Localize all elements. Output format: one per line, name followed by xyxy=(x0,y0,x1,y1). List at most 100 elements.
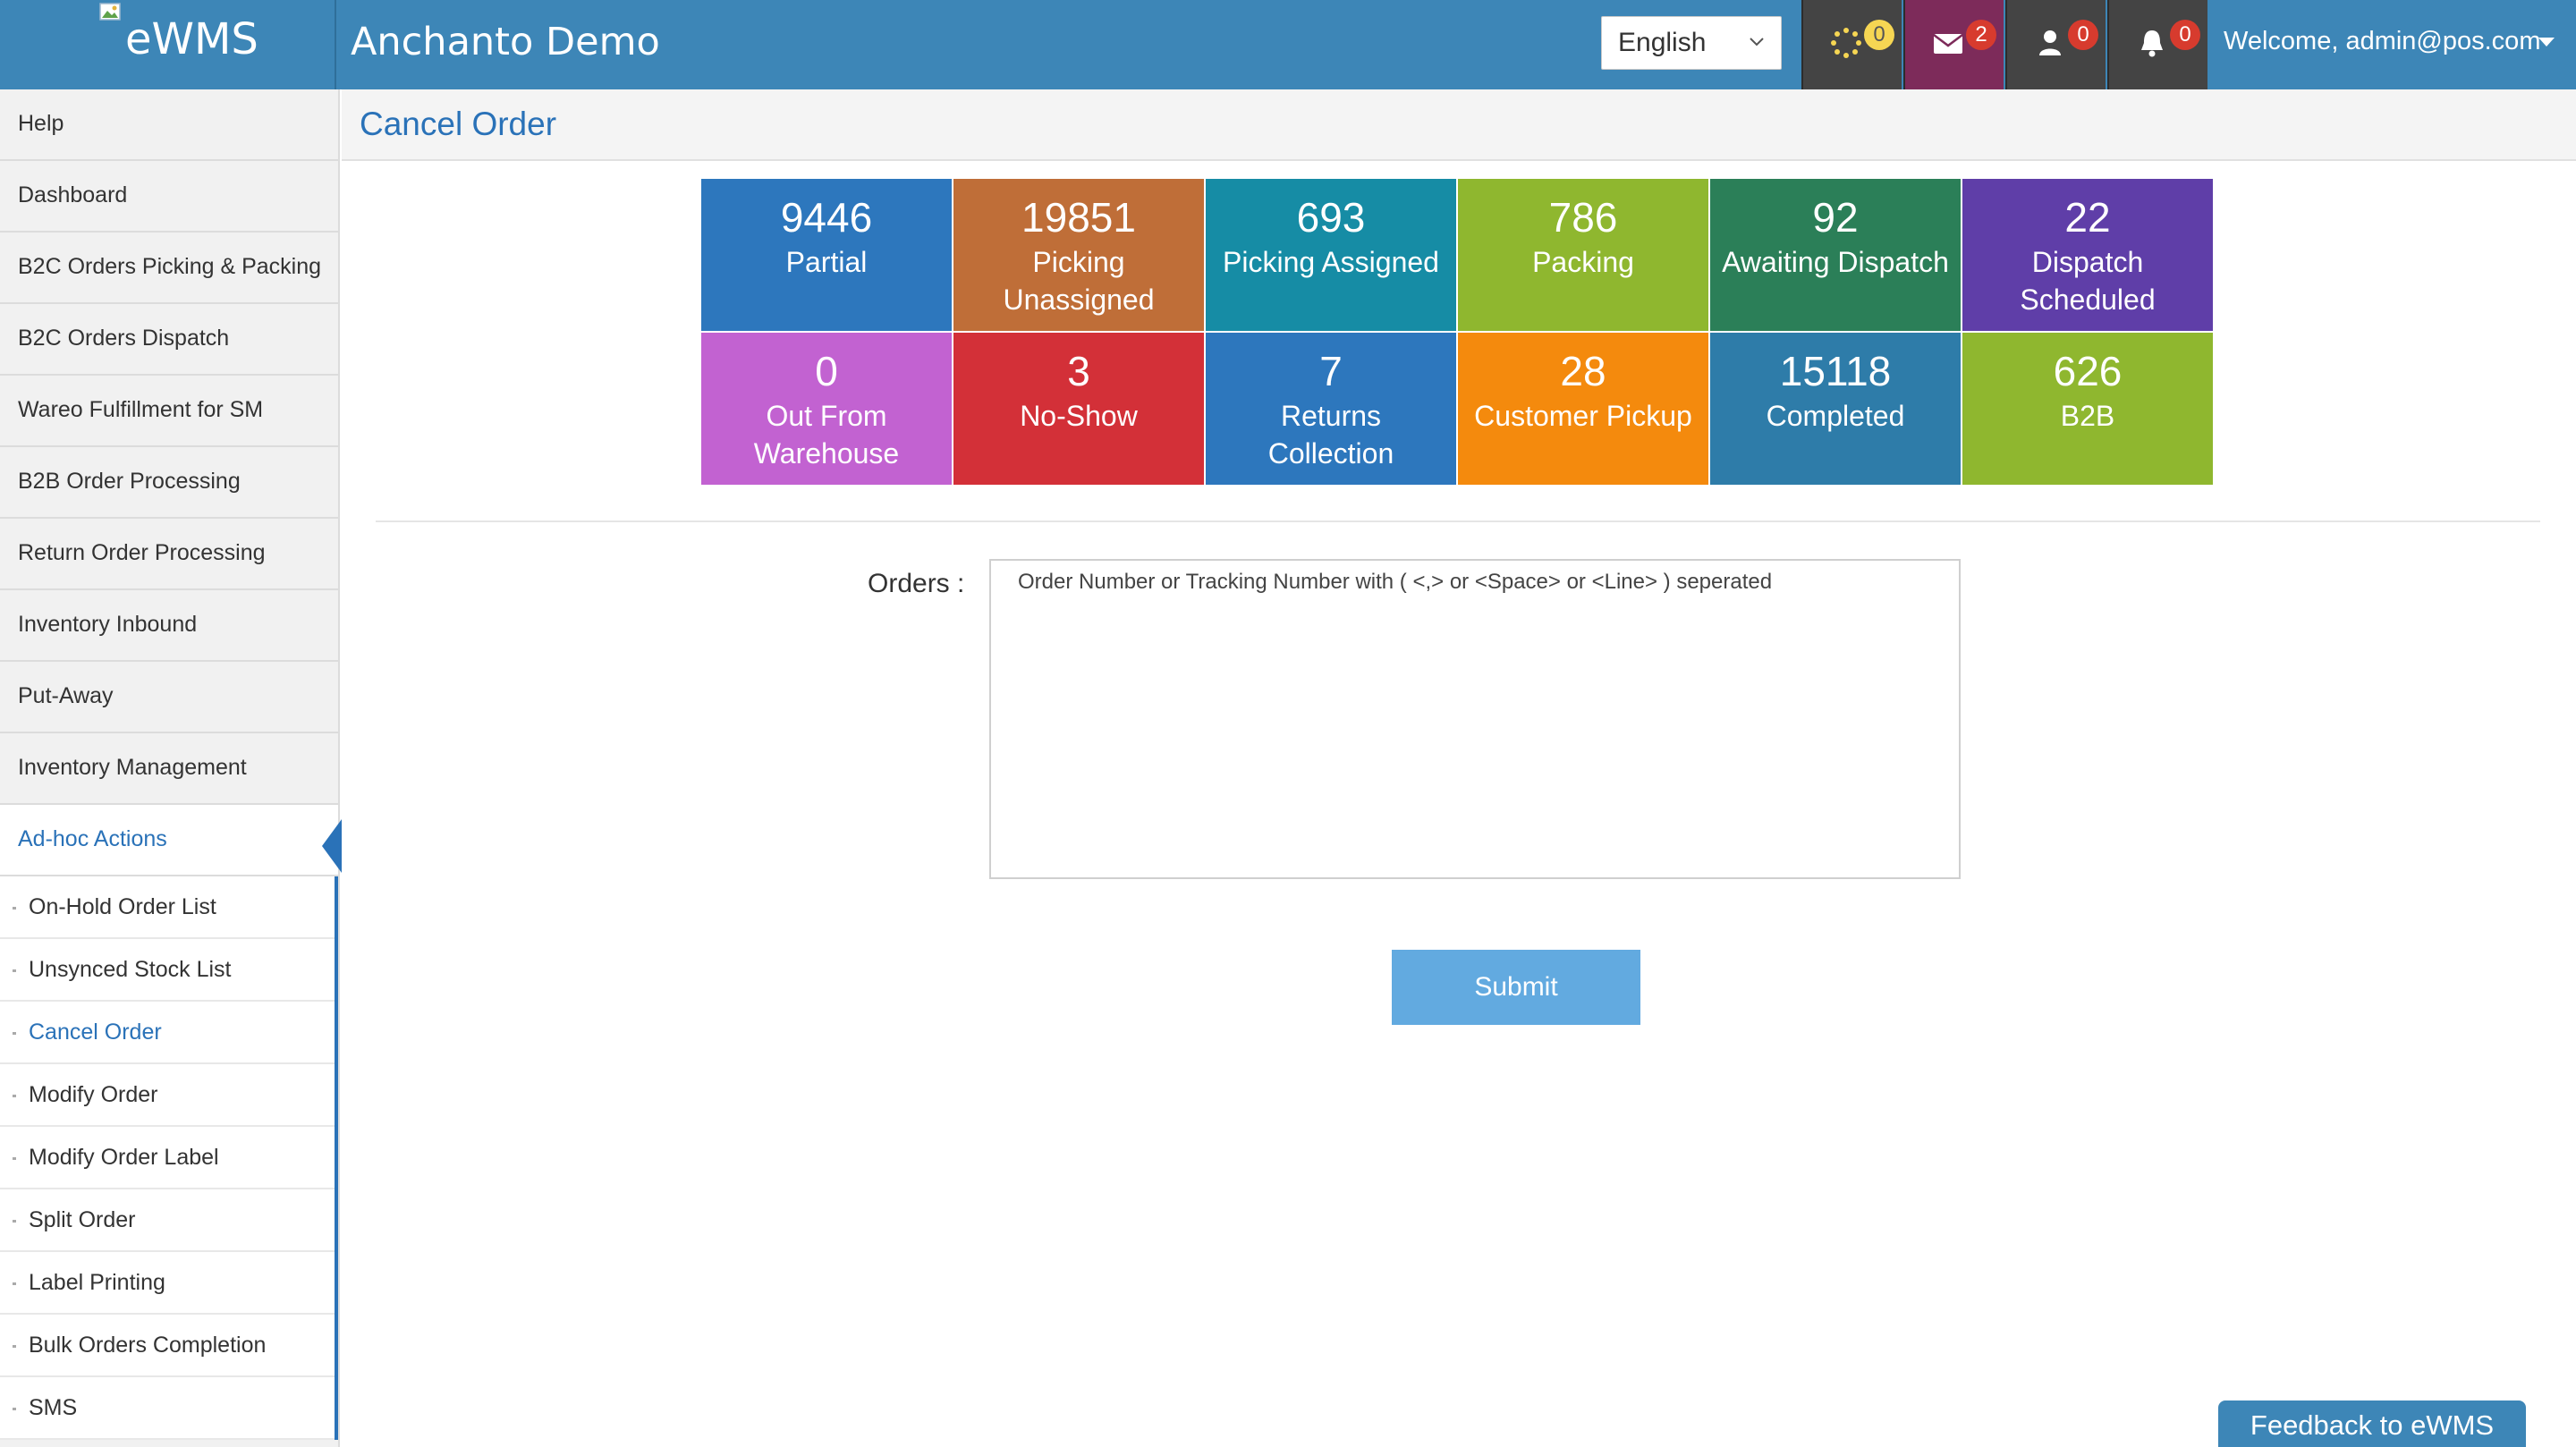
spinner-icon xyxy=(1831,28,1861,58)
sidebar-item-return-processing[interactable]: Return Order Processing xyxy=(0,519,338,590)
language-value: English xyxy=(1618,28,1707,57)
submenu-item-modify-order-label[interactable]: Modify Order Label xyxy=(0,1127,335,1189)
sidebar-item-dashboard[interactable]: Dashboard xyxy=(0,161,338,233)
tile-count: 0 xyxy=(815,348,838,394)
submenu-item-split-order[interactable]: Split Order xyxy=(0,1189,335,1252)
tile-label: No-Show xyxy=(1020,400,1138,432)
section-divider xyxy=(376,520,2540,522)
submenu-item-label: Label Printing xyxy=(29,1270,165,1295)
sidebar-item-label: Wareo Fulfillment for SM xyxy=(18,397,264,422)
sidebar-item-label: B2C Orders Picking & Packing xyxy=(18,254,322,279)
sidebar-item-put-away[interactable]: Put-Away xyxy=(0,662,338,733)
bullet xyxy=(13,1345,16,1348)
submenu-item-label: Bulk Orders Completion xyxy=(29,1333,267,1358)
sidebar-item-label: B2B Order Processing xyxy=(18,469,241,494)
sync-status-button[interactable]: 0 xyxy=(1801,0,1902,89)
users-badge: 0 xyxy=(2068,20,2098,50)
page-title: Cancel Order xyxy=(360,106,557,142)
envelope-icon xyxy=(1933,34,1963,54)
page-header: Cancel Order xyxy=(342,89,2576,161)
tile-label: Completed xyxy=(1766,400,1905,432)
sidebar-item-label: Dashboard xyxy=(18,182,128,207)
bullet xyxy=(13,1282,16,1285)
notifications-button[interactable]: 0 xyxy=(2107,0,2207,89)
tile-awaiting-dispatch[interactable]: 92 Awaiting Dispatch xyxy=(1710,179,1961,331)
tile-label: Returns Collection xyxy=(1267,400,1394,470)
sidebar-item-label: B2C Orders Dispatch xyxy=(18,326,230,351)
tile-label: Packing xyxy=(1532,246,1634,278)
user-icon xyxy=(2039,30,2061,55)
tile-label: Customer Pickup xyxy=(1474,400,1692,432)
submenu-item-label: Cancel Order xyxy=(29,1020,162,1045)
sidebar-item-label: Inventory Inbound xyxy=(18,612,198,637)
submenu-item-label: Split Order xyxy=(29,1207,136,1232)
submenu-item-label: SMS xyxy=(29,1395,78,1420)
tile-label: Out From Warehouse xyxy=(753,400,900,470)
tile-count: 693 xyxy=(1296,194,1366,241)
sidebar-item-inventory-management[interactable]: Inventory Management xyxy=(0,733,338,805)
tile-b2b[interactable]: 626 B2B xyxy=(1962,333,2213,485)
language-select[interactable]: English xyxy=(1601,16,1782,70)
sidebar-item-inventory-inbound[interactable]: Inventory Inbound xyxy=(0,590,338,662)
bullet xyxy=(13,1408,16,1410)
tile-label: Partial xyxy=(785,246,868,278)
status-tiles: 9446 Partial 19851 Picking Unassigned 693 P… xyxy=(701,179,2215,487)
bullet xyxy=(13,1220,16,1223)
caret-down-icon xyxy=(2538,38,2555,47)
users-button[interactable]: 0 xyxy=(2005,0,2106,89)
tile-customer-pickup[interactable]: 28 Customer Pickup xyxy=(1458,333,1708,485)
submenu-item-unsynced-stock[interactable]: Unsynced Stock List xyxy=(0,939,335,1002)
orders-label: Orders : xyxy=(868,569,965,598)
tile-returns-collection[interactable]: 7 Returns Collection xyxy=(1206,333,1456,485)
tile-partial[interactable]: 9446 Partial xyxy=(701,179,952,331)
tile-picking-unassigned[interactable]: 19851 Picking Unassigned xyxy=(953,179,1204,331)
submenu-item-modify-order[interactable]: Modify Order xyxy=(0,1064,335,1127)
user-menu[interactable]: Welcome, admin@pos.com xyxy=(2211,0,2576,89)
tile-out-from-warehouse[interactable]: 0 Out From Warehouse xyxy=(701,333,952,485)
messages-button[interactable]: 2 xyxy=(1903,0,2004,89)
tile-count: 626 xyxy=(2053,348,2123,394)
submenu-item-on-hold-orders[interactable]: On-Hold Order List xyxy=(0,876,335,939)
tile-picking-assigned[interactable]: 693 Picking Assigned xyxy=(1206,179,1456,331)
tile-label: Dispatch Scheduled xyxy=(2020,246,2156,316)
brand[interactable]: eWMS xyxy=(0,0,336,89)
sidebar-item-wareo-fulfillment[interactable]: Wareo Fulfillment for SM xyxy=(0,376,338,447)
tile-completed[interactable]: 15118 Completed xyxy=(1710,333,1961,485)
sidebar-item-b2c-picking-packing[interactable]: B2C Orders Picking & Packing xyxy=(0,233,338,304)
submenu-item-label: Modify Order xyxy=(29,1082,158,1107)
submenu-item-bulk-completion[interactable]: Bulk Orders Completion xyxy=(0,1315,335,1377)
sidebar: Help Dashboard B2C Orders Picking & Pack… xyxy=(0,89,342,1447)
orders-input[interactable] xyxy=(989,559,1961,879)
bullet xyxy=(13,907,16,910)
top-header: eWMS Anchanto Demo English 0 2 0 0 Welco… xyxy=(0,0,2576,89)
feedback-button[interactable]: Feedback to eWMS xyxy=(2218,1400,2526,1447)
sidebar-item-help[interactable]: Help xyxy=(0,89,338,161)
notifications-badge: 0 xyxy=(2170,20,2200,50)
sidebar-item-label: Put-Away xyxy=(18,683,114,708)
sidebar-item-adhoc-actions[interactable]: Ad-hoc Actions xyxy=(0,805,342,876)
broken-image-icon xyxy=(99,3,121,21)
brand-name: eWMS xyxy=(125,14,258,64)
app-title: Anchanto Demo xyxy=(351,20,660,64)
tile-no-show[interactable]: 3 No-Show xyxy=(953,333,1204,485)
bullet xyxy=(13,1095,16,1097)
submenu-item-label-printing[interactable]: Label Printing xyxy=(0,1252,335,1315)
tile-count: 22 xyxy=(2064,194,2111,241)
submenu-item-sms[interactable]: SMS xyxy=(0,1377,335,1440)
tile-count: 15118 xyxy=(1779,348,1892,394)
tile-count: 28 xyxy=(1560,348,1606,394)
welcome-text: Welcome, admin@pos.com xyxy=(2224,27,2541,55)
sidebar-item-b2b-processing[interactable]: B2B Order Processing xyxy=(0,447,338,519)
submit-button[interactable]: Submit xyxy=(1392,950,1640,1025)
submenu-item-cancel-order[interactable]: Cancel Order xyxy=(0,1002,335,1064)
tile-label: Picking Assigned xyxy=(1223,246,1439,278)
tile-packing[interactable]: 786 Packing xyxy=(1458,179,1708,331)
sidebar-item-b2c-dispatch[interactable]: B2C Orders Dispatch xyxy=(0,304,338,376)
tile-dispatch-scheduled[interactable]: 22 Dispatch Scheduled xyxy=(1962,179,2213,331)
sidebar-item-label: Return Order Processing xyxy=(18,540,266,565)
sync-badge: 0 xyxy=(1864,20,1894,50)
adhoc-submenu: On-Hold Order List Unsynced Stock List C… xyxy=(0,876,338,1440)
tile-count: 7 xyxy=(1319,348,1343,394)
submenu-item-label: Unsynced Stock List xyxy=(29,957,232,982)
tile-label: Awaiting Dispatch xyxy=(1722,246,1949,278)
